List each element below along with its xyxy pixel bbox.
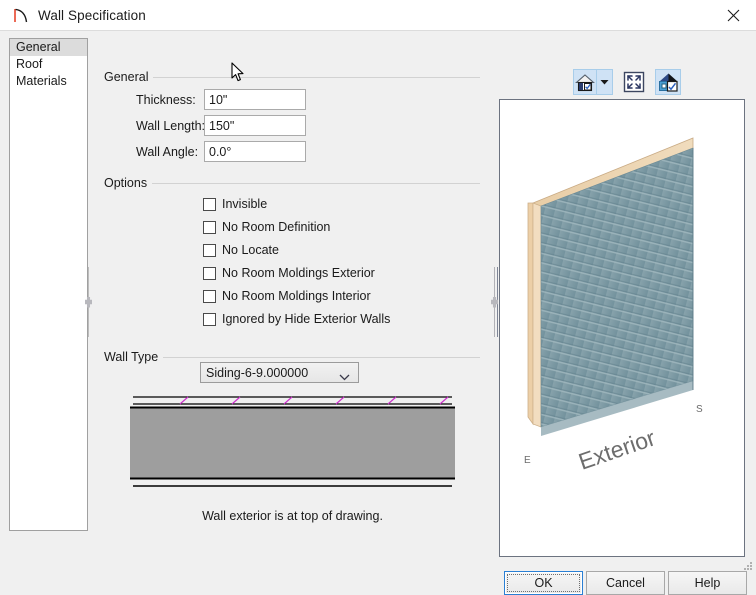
general-group-title: General [102,70,154,84]
checkbox-no-room-moldings-exterior[interactable]: No Room Moldings Exterior [203,266,375,280]
wall-type-group: Wall Type [102,350,480,364]
wall-type-select[interactable]: Siding-6-9.000000 [200,362,359,383]
wall-angle-label: Wall Angle: [136,144,199,159]
wall-type-group-title: Wall Type [102,350,164,364]
checkbox-invisible[interactable]: Invisible [203,197,267,211]
camera-view-button[interactable] [655,69,681,95]
wall-type-selected-value: Siding-6-9.000000 [206,365,309,380]
resize-grip[interactable] [742,560,754,572]
window-title: Wall Specification [38,7,146,23]
fit-to-screen-button[interactable] [622,70,646,94]
sidebar-item-roof[interactable]: Roof [10,56,87,73]
marker-left-label: E [524,455,531,466]
sidebar-item-general[interactable]: General [10,39,87,56]
group-divider [102,183,480,184]
wall-tool-icon [12,6,30,24]
checkbox-box [203,266,216,280]
cancel-button-label: Cancel [606,576,645,590]
wall-length-input[interactable] [204,115,306,136]
help-button-label: Help [694,576,721,590]
house-checkbox-icon [574,73,596,92]
preview-toolbar [573,69,681,95]
checkbox-box [203,243,216,257]
fit-screen-icon [623,71,645,93]
wall-3d-preview[interactable]: E S Exterior [499,99,745,557]
chevron-down-icon [339,370,350,384]
options-group-title: Options [102,176,153,190]
sidebar-panel: General Roof Materials [9,38,88,531]
checkbox-label: Ignored by Hide Exterior Walls [222,312,391,326]
caret-down-icon[interactable] [597,79,612,85]
wall-cross-section-drawing [130,395,455,497]
checkbox-box [203,220,216,234]
close-icon[interactable] [710,0,756,31]
title-bar: Wall Specification [0,0,756,31]
checkbox-box [203,197,216,211]
checkbox-box [203,289,216,303]
checkbox-no-room-definition[interactable]: No Room Definition [203,220,330,234]
wall-length-label: Wall Length: [136,118,206,133]
cancel-button[interactable]: Cancel [586,571,665,595]
ok-button-label: OK [534,576,553,590]
house-camera-icon [658,73,678,92]
checkbox-ignored-by-hide-exterior-walls[interactable]: Ignored by Hide Exterior Walls [203,312,390,326]
wall-3d-render: E S Exterior [524,137,703,475]
thickness-label: Thickness: [136,92,196,107]
splitter-grip [85,296,92,308]
dialog-body: General Roof Materials General Thickness… [0,31,756,595]
checkbox-no-room-moldings-interior[interactable]: No Room Moldings Interior [203,289,371,303]
checkbox-box [203,312,216,326]
wall-length-row: Wall Length: [136,115,306,136]
checkbox-label: No Room Definition [222,220,331,234]
exterior-label: Exterior [575,424,659,474]
checkbox-label: No Room Moldings Exterior [222,266,375,280]
checkbox-label: No Locate [222,243,279,257]
marker-right-label: S [696,404,703,415]
checkbox-label: Invisible [222,197,268,211]
ok-button[interactable]: OK [504,571,583,595]
checkbox-label: No Room Moldings Interior [222,289,371,303]
help-button[interactable]: Help [668,571,747,595]
thickness-input[interactable] [204,89,306,110]
home-view-button[interactable] [573,69,613,95]
preview-splitter[interactable] [490,267,499,337]
general-group: General [102,70,480,84]
group-divider [102,77,480,78]
sidebar-splitter[interactable] [84,267,93,337]
checkbox-no-locate[interactable]: No Locate [203,243,279,257]
wall-angle-row: Wall Angle: [136,141,306,162]
wall-section-caption: Wall exterior is at top of drawing. [202,509,383,523]
options-group: Options [102,176,480,190]
wall-angle-input[interactable] [204,141,306,162]
thickness-row: Thickness: [136,89,306,110]
sidebar-item-materials[interactable]: Materials [10,73,87,90]
